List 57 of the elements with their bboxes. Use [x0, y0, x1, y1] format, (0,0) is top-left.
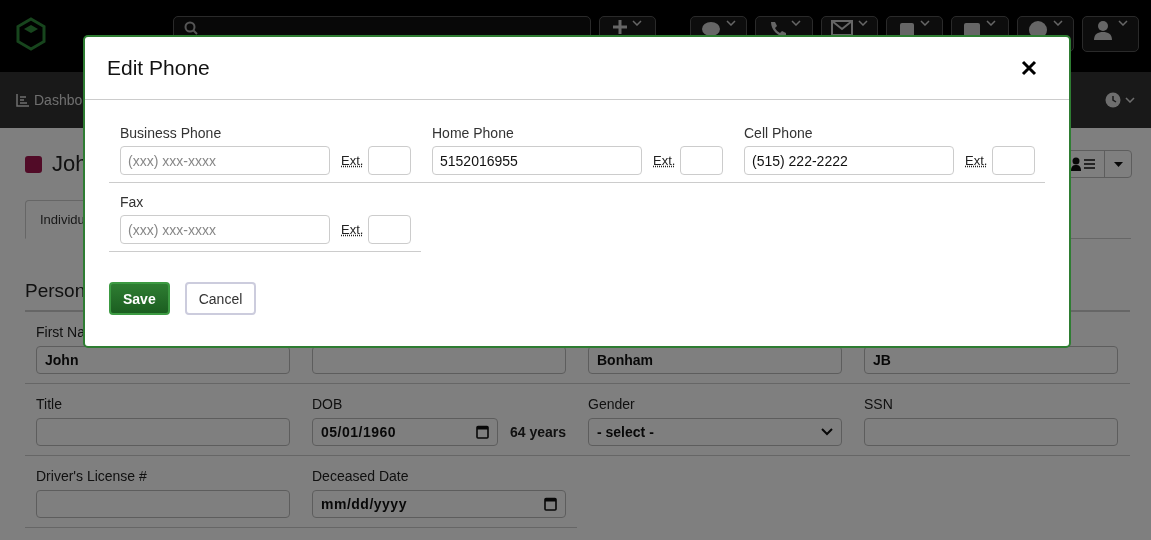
caret-icon — [726, 20, 737, 26]
mail-icon — [830, 20, 853, 36]
user-icon — [1092, 20, 1113, 40]
date-field[interactable]: 05/01/1960 — [312, 418, 498, 446]
plus-icon — [612, 20, 627, 34]
field-label: SSN — [864, 396, 893, 412]
cancel-button[interactable]: Cancel — [184, 282, 257, 315]
chart-icon — [16, 93, 29, 107]
caret-icon — [1113, 161, 1123, 167]
nav-link[interactable]: Dashbo — [16, 92, 83, 108]
close-icon[interactable] — [1021, 60, 1037, 76]
caret-icon — [790, 20, 801, 26]
caret-icon — [920, 20, 931, 26]
age-text: 64 years — [510, 424, 567, 440]
extension-field[interactable] — [368, 215, 412, 244]
clock-icon — [1105, 92, 1121, 108]
field-label: Business Phone — [120, 125, 223, 141]
phone-field[interactable]: 5152016955 — [432, 146, 642, 175]
field-label: Deceased Date — [312, 468, 409, 484]
ext-label: Ext. — [653, 153, 676, 168]
date-field[interactable]: mm/dd/yyyy — [312, 490, 566, 518]
ext-label: Ext. — [341, 222, 364, 237]
caret-icon — [857, 20, 868, 26]
field-label: Gender — [588, 396, 635, 412]
chevron-icon — [821, 428, 833, 436]
field-label: DOB — [312, 396, 343, 412]
extension-field[interactable] — [680, 146, 724, 175]
caret-icon — [1125, 97, 1135, 103]
field-label: Driver's License # — [36, 468, 147, 484]
phone-field[interactable]: (xxx) xxx-xxxx — [120, 146, 330, 175]
user-menu-button[interactable] — [1081, 16, 1140, 52]
field-label: Cell Phone — [744, 125, 814, 141]
dialog-title: Edit Phone — [107, 56, 210, 80]
text-field[interactable] — [864, 418, 1118, 446]
record-color-square — [25, 155, 42, 173]
extension-field[interactable] — [992, 146, 1036, 175]
search-icon — [184, 21, 198, 35]
ext-label: Ext. — [965, 153, 988, 168]
extension-field[interactable] — [368, 146, 412, 175]
chat-icon — [701, 20, 722, 38]
caret-icon — [1117, 20, 1128, 26]
text-field[interactable] — [36, 418, 290, 446]
field-label: Home Phone — [432, 125, 515, 141]
caret-icon — [1052, 20, 1063, 26]
phone-field[interactable]: (515) 222-2222 — [744, 146, 954, 175]
save-button[interactable]: Save — [109, 282, 170, 315]
phone-field[interactable]: (xxx) xxx-xxxx — [120, 215, 330, 244]
field-label: Fax — [120, 194, 145, 210]
field-label: Title — [36, 396, 62, 412]
text-field[interactable] — [36, 490, 290, 518]
history-menu-button[interactable] — [1105, 92, 1135, 108]
caret-icon — [631, 20, 642, 26]
ext-label: Ext. — [341, 153, 364, 168]
caret-icon — [986, 20, 997, 26]
person-list-icon — [1071, 157, 1097, 171]
hexagon-logo-icon — [14, 17, 48, 51]
gender-select[interactable]: - select - — [588, 418, 842, 446]
